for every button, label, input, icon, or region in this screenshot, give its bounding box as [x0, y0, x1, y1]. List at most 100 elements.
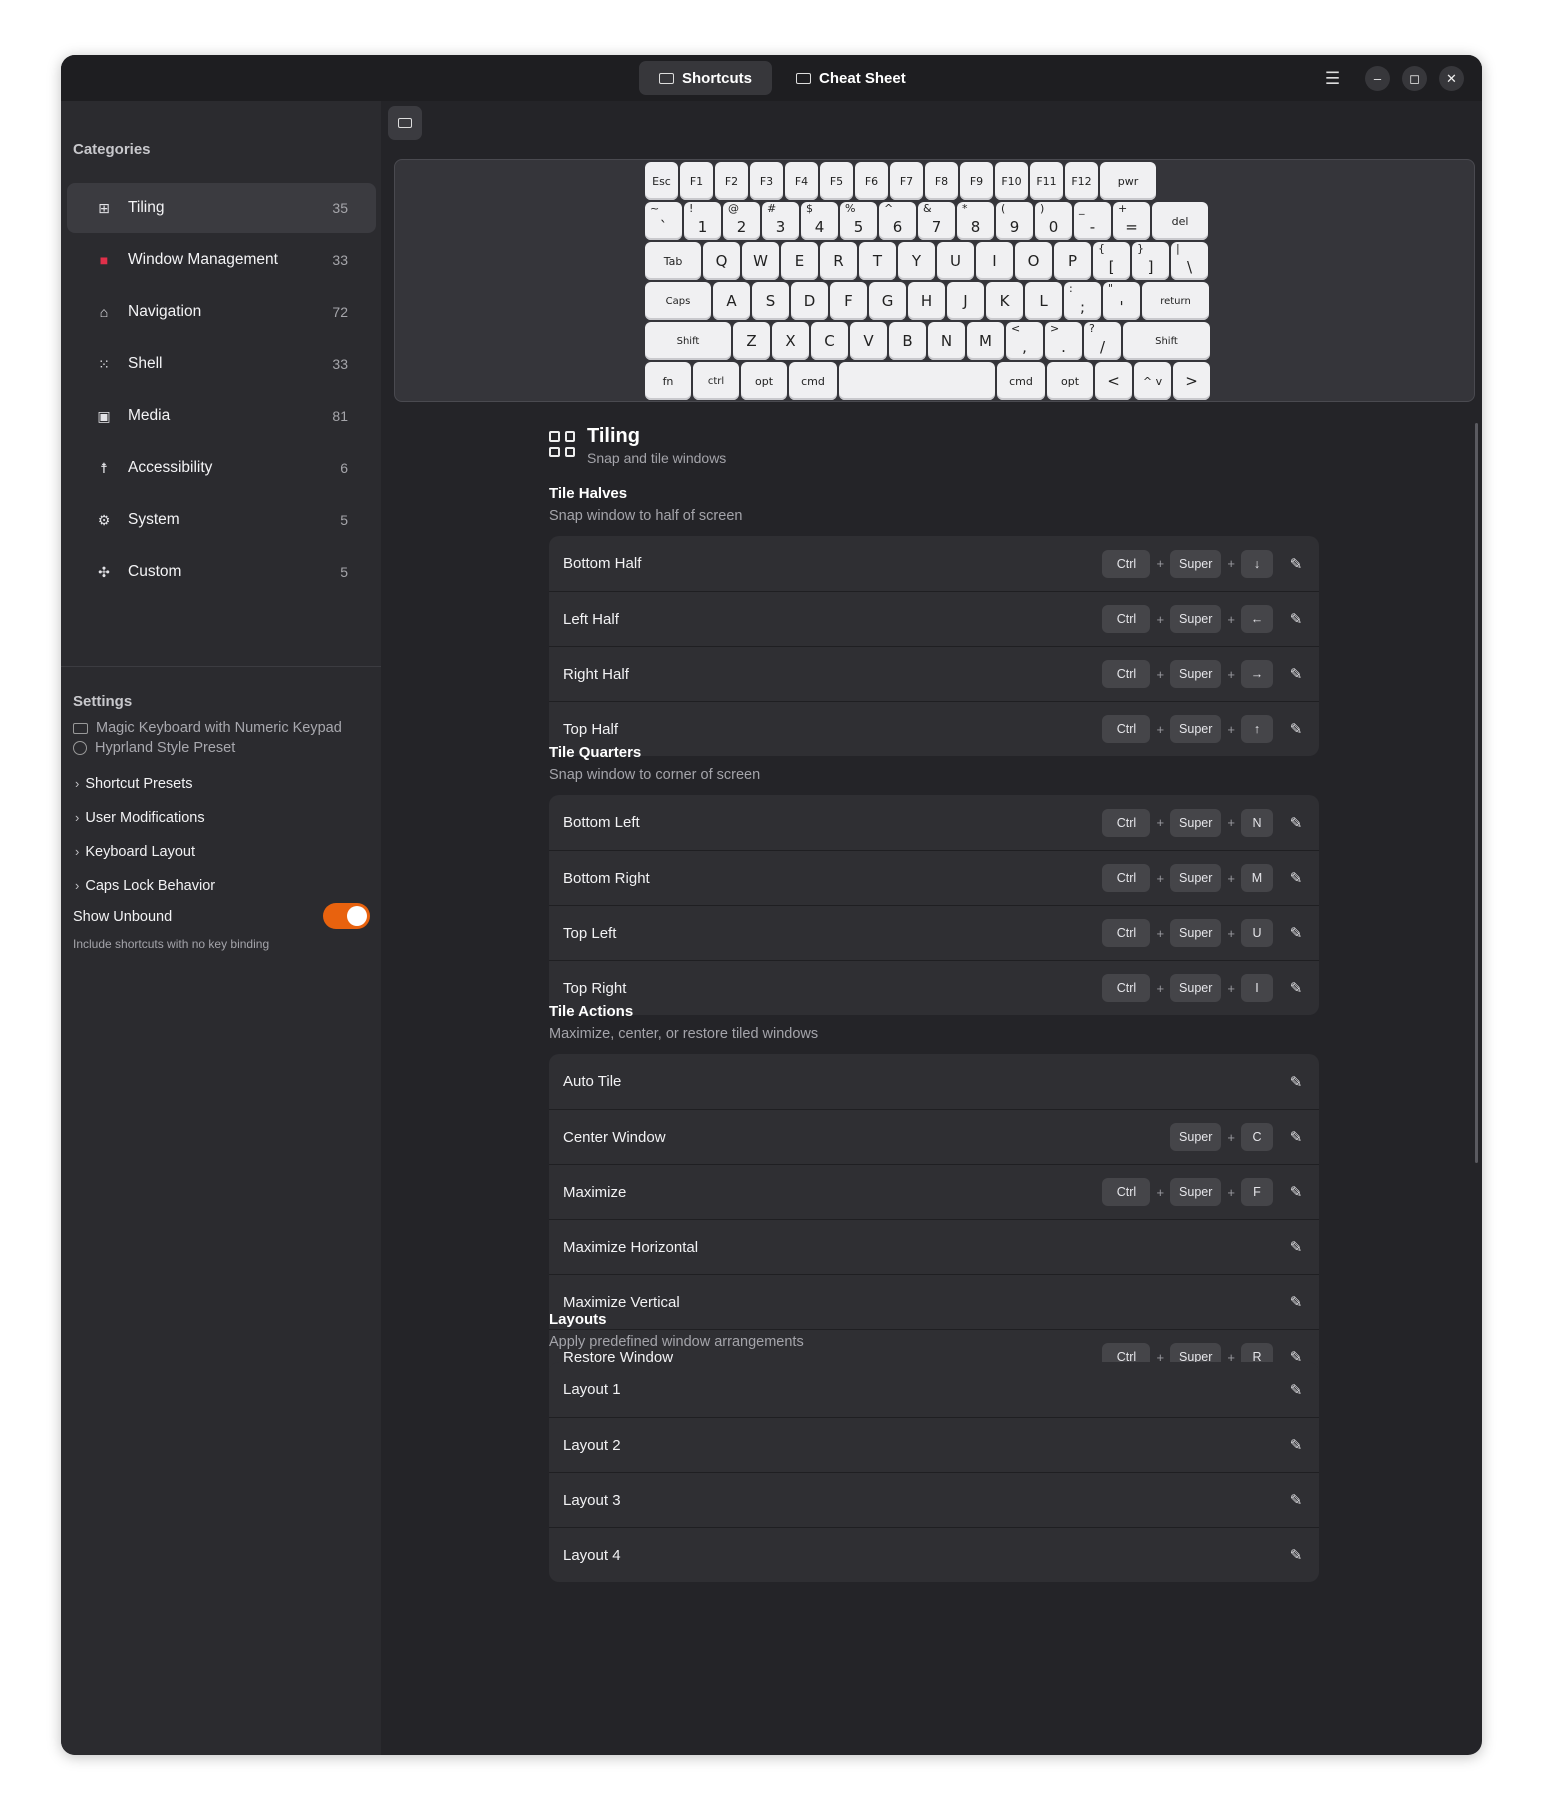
- keyboard-key[interactable]: " ': [1103, 282, 1140, 320]
- keyboard-key[interactable]: #3: [762, 202, 799, 240]
- close-button[interactable]: ✕: [1439, 66, 1464, 91]
- keyboard-key[interactable]: ? /: [1084, 322, 1121, 360]
- keyboard-key[interactable]: cmd: [997, 362, 1045, 400]
- expander-shortcut-presets[interactable]: › Shortcut Presets: [75, 776, 193, 792]
- keyboard-key[interactable]: :;: [1064, 282, 1101, 320]
- sidebar-item-accessibility[interactable]: ☨ Accessibility 6: [67, 443, 376, 493]
- shortcut-row[interactable]: Maximize Horizontal ✎: [549, 1219, 1319, 1274]
- keyboard-key[interactable]: F9: [960, 162, 993, 200]
- keyboard-key[interactable]: F8: [925, 162, 958, 200]
- keyboard-key[interactable]: S: [752, 282, 789, 320]
- keyboard-key[interactable]: | \: [1171, 242, 1208, 280]
- keyboard-key[interactable]: X: [772, 322, 809, 360]
- expander-keyboard-layout[interactable]: › Keyboard Layout: [75, 844, 195, 860]
- edit-pencil-icon[interactable]: ✎: [1287, 924, 1305, 942]
- keyboard-key[interactable]: ^ 6: [879, 202, 916, 240]
- keyboard-key[interactable]: Tab: [645, 242, 701, 280]
- keyboard-key[interactable]: F11: [1030, 162, 1063, 200]
- shortcut-row[interactable]: Left Half Ctrl + Super + ← ✎: [549, 591, 1319, 646]
- keyboard-key[interactable]: & 7: [918, 202, 955, 240]
- keyboard-key[interactable]: Shift: [1123, 322, 1210, 360]
- keyboard-key[interactable]: F5: [820, 162, 853, 200]
- keyboard-key[interactable]: F4: [785, 162, 818, 200]
- edit-pencil-icon[interactable]: ✎: [1287, 979, 1305, 997]
- edit-pencil-icon[interactable]: ✎: [1287, 720, 1305, 738]
- keyboard-key[interactable]: E: [781, 242, 818, 280]
- keyboard-key[interactable]: U: [937, 242, 974, 280]
- keyboard-key[interactable]: pwr: [1100, 162, 1156, 200]
- keyboard-key[interactable]: T: [859, 242, 896, 280]
- keyboard-key[interactable]: + =: [1113, 202, 1150, 240]
- edit-pencil-icon[interactable]: ✎: [1287, 1073, 1305, 1091]
- keyboard-key[interactable]: A: [713, 282, 750, 320]
- keyboard-key[interactable]: ctrl: [693, 362, 739, 400]
- keyboard-key[interactable]: G: [869, 282, 906, 320]
- keyboard-key[interactable]: ) 0: [1035, 202, 1072, 240]
- keyboard-key[interactable]: @2: [723, 202, 760, 240]
- keyboard-key[interactable]: del: [1152, 202, 1208, 240]
- keyboard-key[interactable]: >.: [1045, 322, 1082, 360]
- scrollbar[interactable]: [1475, 423, 1478, 1163]
- edit-pencil-icon[interactable]: ✎: [1287, 1546, 1305, 1564]
- keyboard-key[interactable]: <,: [1006, 322, 1043, 360]
- keyboard-key[interactable]: return: [1142, 282, 1209, 320]
- edit-pencil-icon[interactable]: ✎: [1287, 869, 1305, 887]
- keyboard-key[interactable]: M: [967, 322, 1004, 360]
- keyboard-key[interactable]: }]: [1132, 242, 1169, 280]
- keyboard-key[interactable]: R: [820, 242, 857, 280]
- edit-pencil-icon[interactable]: ✎: [1287, 1238, 1305, 1256]
- edit-pencil-icon[interactable]: ✎: [1287, 814, 1305, 832]
- keyboard-key[interactable]: * 8: [957, 202, 994, 240]
- keyboard-key[interactable]: Y: [898, 242, 935, 280]
- keyboard-key[interactable]: opt: [741, 362, 787, 400]
- keyboard-key[interactable]: % 5: [840, 202, 877, 240]
- keyboard-key[interactable]: F6: [855, 162, 888, 200]
- shortcut-row[interactable]: Layout 4 ✎: [549, 1527, 1319, 1582]
- keyboard-key[interactable]: >: [1173, 362, 1210, 400]
- keyboard-key[interactable]: Caps: [645, 282, 711, 320]
- keyboard-key[interactable]: V: [850, 322, 887, 360]
- keyboard-key[interactable]: $4: [801, 202, 838, 240]
- tab-cheat-sheet[interactable]: Cheat Sheet: [776, 61, 926, 95]
- shortcut-row[interactable]: Layout 1 ✎: [549, 1362, 1319, 1417]
- hamburger-menu-icon[interactable]: ☰: [1320, 66, 1345, 91]
- shortcut-row[interactable]: Center Window Super + C ✎: [549, 1109, 1319, 1164]
- expander-user-modifications[interactable]: › User Modifications: [75, 810, 205, 826]
- keyboard-key[interactable]: ! 1: [684, 202, 721, 240]
- shortcut-row[interactable]: Right Half Ctrl + Super + → ✎: [549, 646, 1319, 701]
- keyboard-key[interactable]: [839, 362, 995, 400]
- edit-pencil-icon[interactable]: ✎: [1287, 1491, 1305, 1509]
- sidebar-item-navigation[interactable]: ⌂ Navigation 72: [67, 287, 376, 337]
- edit-pencil-icon[interactable]: ✎: [1287, 1183, 1305, 1201]
- keyboard-key[interactable]: B: [889, 322, 926, 360]
- sidebar-item-media[interactable]: ▣ Media 81: [67, 391, 376, 441]
- keyboard-view-toggle-button[interactable]: [388, 106, 422, 140]
- keyboard-key[interactable]: O: [1015, 242, 1052, 280]
- sidebar-item-system[interactable]: ⚙ System 5: [67, 495, 376, 545]
- show-unbound-toggle[interactable]: [323, 903, 370, 929]
- maximize-button[interactable]: ◻: [1402, 66, 1427, 91]
- keyboard-key[interactable]: (9: [996, 202, 1033, 240]
- keyboard-key[interactable]: Esc: [645, 162, 678, 200]
- keyboard-key[interactable]: Z: [733, 322, 770, 360]
- sidebar-item-tiling[interactable]: ⊞ Tiling 35: [67, 183, 376, 233]
- keyboard-key[interactable]: H: [908, 282, 945, 320]
- keyboard-key[interactable]: F: [830, 282, 867, 320]
- edit-pencil-icon[interactable]: ✎: [1287, 610, 1305, 628]
- tab-shortcuts[interactable]: Shortcuts: [639, 61, 773, 95]
- keyboard-key[interactable]: D: [791, 282, 828, 320]
- expander-caps-lock-behavior[interactable]: › Caps Lock Behavior: [75, 878, 215, 894]
- sidebar-item-window-management[interactable]: ■ Window Management 33: [67, 235, 376, 285]
- shortcut-row[interactable]: Bottom Half Ctrl + Super + ↓ ✎: [549, 536, 1319, 591]
- keyboard-key[interactable]: K: [986, 282, 1023, 320]
- keyboard-key[interactable]: ~ `: [645, 202, 682, 240]
- edit-pencil-icon[interactable]: ✎: [1287, 1128, 1305, 1146]
- keyboard-key[interactable]: J: [947, 282, 984, 320]
- keyboard-key[interactable]: C: [811, 322, 848, 360]
- sidebar-item-custom[interactable]: ✣ Custom 5: [67, 547, 376, 597]
- keyboard-key[interactable]: I: [976, 242, 1013, 280]
- keyboard-key[interactable]: F10: [995, 162, 1028, 200]
- keyboard-key[interactable]: P: [1054, 242, 1091, 280]
- keyboard-key[interactable]: F12: [1065, 162, 1098, 200]
- keyboard-key[interactable]: F3: [750, 162, 783, 200]
